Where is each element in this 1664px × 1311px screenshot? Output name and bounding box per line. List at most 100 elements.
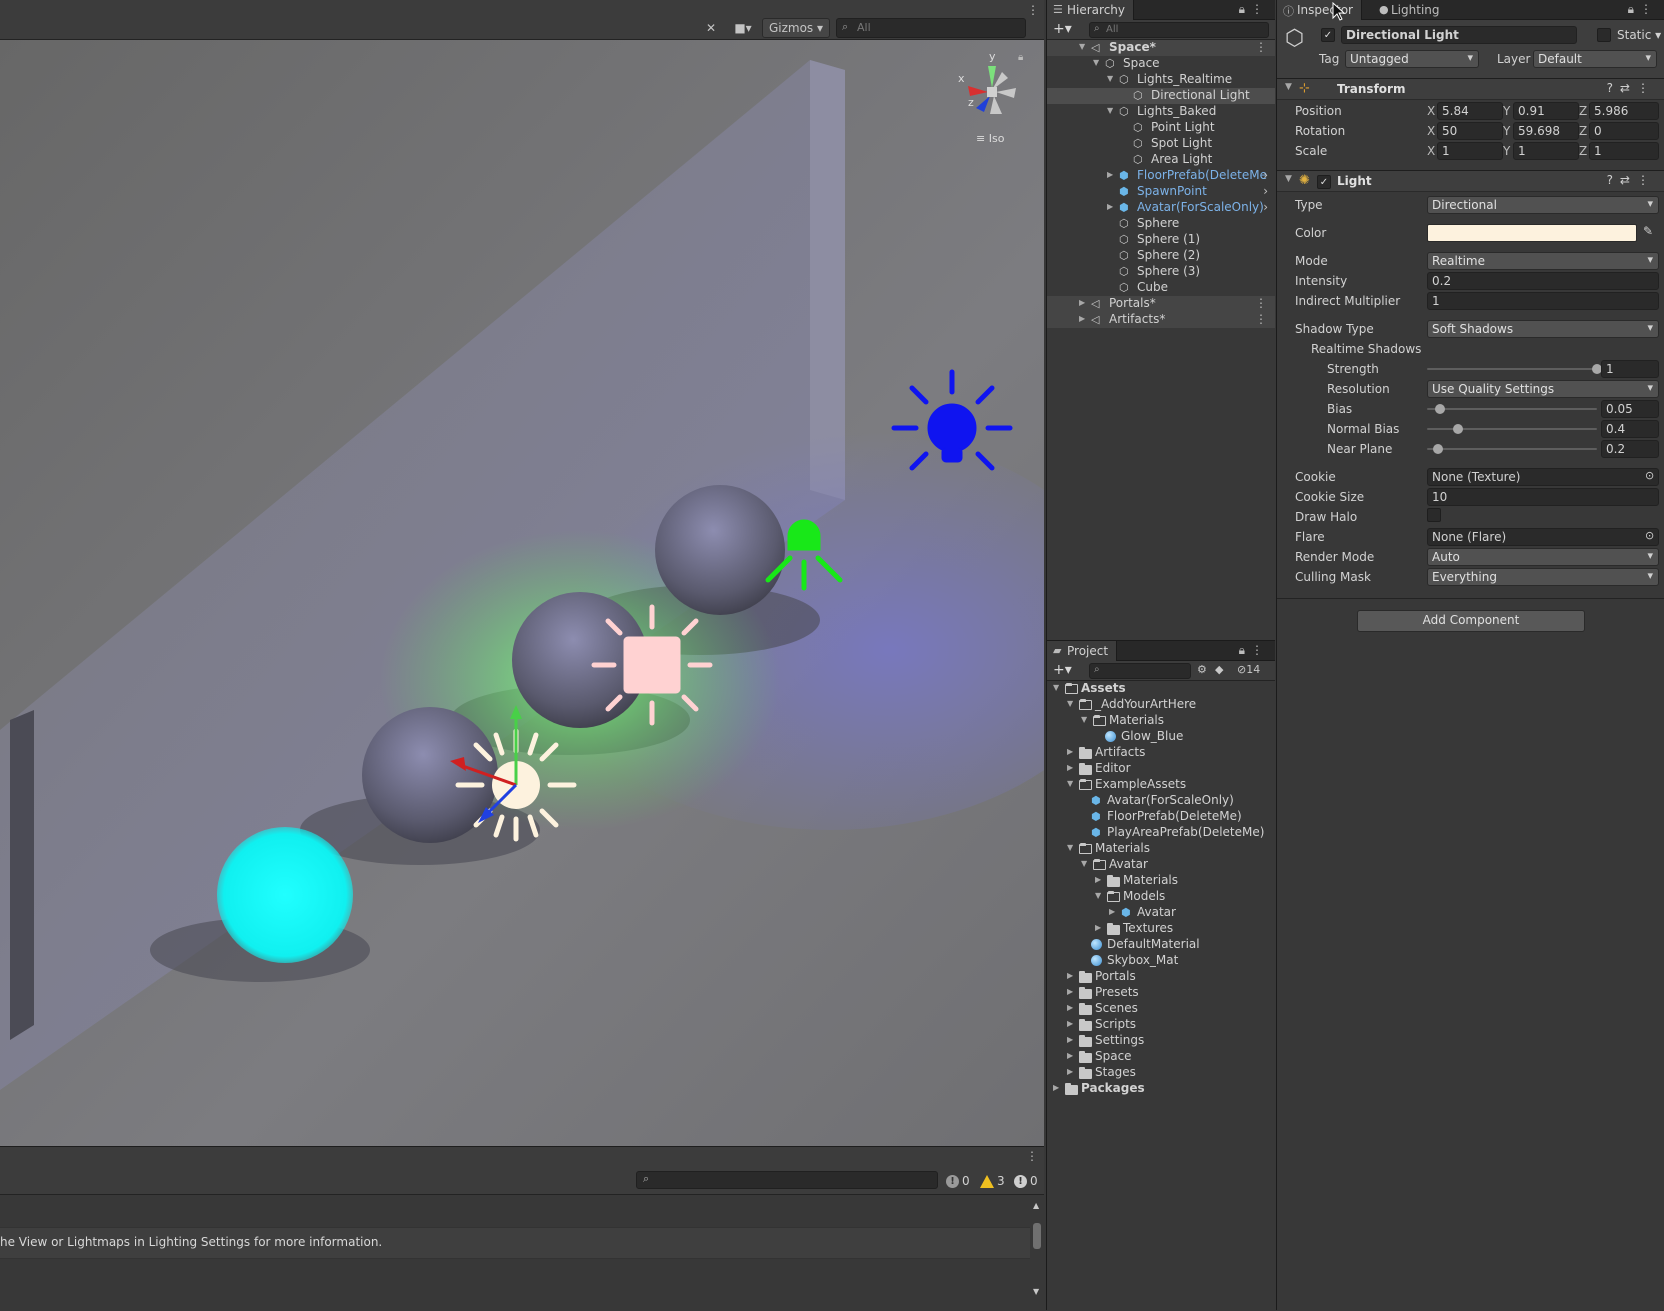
position-y-field[interactable]: 0.91 [1513, 102, 1579, 120]
project-item[interactable]: ▼ Materials [1047, 713, 1275, 729]
project-item[interactable]: ▶ Settings [1047, 1033, 1275, 1049]
project-item[interactable]: ▶ ⬢ Avatar [1047, 905, 1275, 921]
rotation-z-field[interactable]: 0 [1589, 122, 1659, 140]
tab-project[interactable]: ▰ Project [1047, 641, 1118, 661]
project-item[interactable]: ▶ Space [1047, 1049, 1275, 1065]
project-item[interactable]: ⬢ FloorPrefab(DeleteMe) [1047, 809, 1275, 825]
scroll-down-icon[interactable]: ▼ [1033, 1287, 1039, 1296]
normal-bias-field[interactable]: 0.4 [1601, 420, 1659, 438]
tab-lighting[interactable]: ● Lighting [1371, 0, 1448, 20]
hierarchy-item[interactable]: ⬡ Sphere (2) [1047, 248, 1275, 264]
project-item[interactable]: ▶ Presets [1047, 985, 1275, 1001]
light-mode-dropdown[interactable]: Realtime [1427, 252, 1659, 270]
indirect-multiplier-field[interactable]: 1 [1427, 292, 1659, 310]
active-checkbox[interactable]: ✓ [1321, 28, 1335, 42]
hidden-packages-toggle[interactable]: ⊘14 [1237, 663, 1260, 676]
hierarchy-item-scene[interactable]: ▶ ◁ Portals* ⋮ [1047, 296, 1275, 312]
project-search-input[interactable] [1089, 663, 1191, 679]
bias-slider[interactable] [1427, 408, 1597, 410]
light-enabled-checkbox[interactable]: ✓ [1317, 175, 1331, 189]
intensity-field[interactable]: 0.2 [1427, 272, 1659, 290]
normal-bias-slider-knob[interactable] [1453, 424, 1463, 434]
scene-menu-icon[interactable]: ⋮ [1026, 0, 1040, 20]
near-plane-field[interactable]: 0.2 [1601, 440, 1659, 458]
scene-view[interactable]: ✕ ■▾ Gizmos ▾ All ⋮ [0, 0, 1044, 1146]
scale-y-field[interactable]: 1 [1513, 142, 1579, 160]
project-item[interactable]: ▶ Packages [1047, 1081, 1275, 1097]
camera-dropdown[interactable]: ■▾ [728, 18, 758, 38]
info-count-toggle[interactable]: ! 0 [946, 1173, 970, 1189]
project-item[interactable]: ▶ Materials [1047, 873, 1275, 889]
object-picker-icon[interactable]: ⊙ [1645, 469, 1654, 482]
warning-count-toggle[interactable]: 3 [980, 1173, 1005, 1189]
project-item[interactable]: ▶ Textures [1047, 921, 1275, 937]
project-item[interactable]: ▶ Artifacts [1047, 745, 1275, 761]
render-mode-dropdown[interactable]: Auto [1427, 548, 1659, 566]
chevron-right-icon[interactable]: › [1263, 200, 1268, 214]
orientation-gizmo[interactable]: y x z ≡ Iso 🔒︎ [950, 50, 1030, 145]
hierarchy-item[interactable]: ▼ ⬡ Lights_Realtime [1047, 72, 1275, 88]
light-header[interactable]: ▼ ✺ ✓ Light ?⇄⋮ [1277, 170, 1664, 192]
tools-icon[interactable]: ✕ [700, 18, 722, 38]
flare-object-field[interactable]: None (Flare) [1427, 528, 1659, 546]
create-dropdown[interactable]: +▾ [1053, 21, 1072, 37]
static-dropdown[interactable]: Static ▾ [1617, 28, 1661, 42]
filter-by-label-icon[interactable]: ◆ [1215, 663, 1223, 676]
hierarchy-item[interactable]: ⬡ Sphere (3) [1047, 264, 1275, 280]
hierarchy-item[interactable]: ⬡ Sphere (1) [1047, 232, 1275, 248]
project-item[interactable]: ▶ Editor [1047, 761, 1275, 777]
chevron-right-icon[interactable]: › [1263, 168, 1268, 182]
project-item[interactable]: ▼ Avatar [1047, 857, 1275, 873]
object-picker-icon[interactable]: ⊙ [1645, 529, 1654, 542]
project-item[interactable]: ▶ Portals [1047, 969, 1275, 985]
transform-header[interactable]: ▼ ⊹ Transform ?⇄⋮ [1277, 78, 1664, 100]
console-menu-icon[interactable]: ⋮ [1026, 1149, 1038, 1163]
console-scrollbar[interactable]: ▲ ▼ [1030, 1195, 1044, 1311]
position-z-field[interactable]: 5.986 [1589, 102, 1659, 120]
layer-dropdown[interactable]: Default [1533, 50, 1657, 68]
hierarchy-item-scene-root[interactable]: ▼ ◁ Space* ⋮ [1047, 40, 1275, 56]
project-item[interactable]: ⬢ Avatar(ForScaleOnly) [1047, 793, 1275, 809]
shadow-type-dropdown[interactable]: Soft Shadows [1427, 320, 1659, 338]
console-log-entry[interactable]: he View or Lightmaps in Lighting Setting… [0, 1227, 1030, 1259]
hierarchy-search-input[interactable]: All [1089, 22, 1269, 38]
tag-dropdown[interactable]: Untagged [1345, 50, 1479, 68]
draw-halo-checkbox[interactable] [1427, 508, 1441, 522]
error-count-toggle[interactable]: ! 0 [1014, 1173, 1038, 1189]
rotation-x-field[interactable]: 50 [1437, 122, 1503, 140]
scale-x-field[interactable]: 1 [1437, 142, 1503, 160]
projection-toggle[interactable]: ≡ Iso [976, 132, 1004, 145]
bias-slider-knob[interactable] [1435, 404, 1445, 414]
project-item[interactable]: ▶ Stages [1047, 1065, 1275, 1081]
project-item[interactable]: Glow_Blue [1047, 729, 1275, 745]
hierarchy-item-prefab[interactable]: ▶ ⬢ Avatar(ForScaleOnly) › [1047, 200, 1275, 216]
hierarchy-item[interactable]: ⬡ Sphere [1047, 216, 1275, 232]
project-item[interactable]: Skybox_Mat [1047, 953, 1275, 969]
near-plane-slider[interactable] [1427, 448, 1597, 450]
scene-menu-icon[interactable]: ⋮ [1255, 296, 1267, 310]
light-type-dropdown[interactable]: Directional [1427, 196, 1659, 214]
project-item[interactable]: ▼ _AddYourArtHere [1047, 697, 1275, 713]
project-item[interactable]: ▼ Models [1047, 889, 1275, 905]
create-dropdown[interactable]: +▾ [1053, 662, 1072, 678]
hierarchy-item[interactable]: ▼ ⬡ Lights_Baked [1047, 104, 1275, 120]
static-checkbox[interactable] [1597, 28, 1611, 42]
project-item[interactable]: ▼ ExampleAssets [1047, 777, 1275, 793]
hierarchy-item[interactable]: ▼ ⬡ Space [1047, 56, 1275, 72]
foldout-arrow-icon[interactable]: ▼ [1285, 174, 1292, 184]
hierarchy-item-scene[interactable]: ▶ ◁ Artifacts* ⋮ [1047, 312, 1275, 328]
hierarchy-item[interactable]: ⬡ Point Light [1047, 120, 1275, 136]
add-component-button[interactable]: Add Component [1357, 610, 1585, 632]
rotation-y-field[interactable]: 59.698 [1513, 122, 1579, 140]
shadow-resolution-dropdown[interactable]: Use Quality Settings [1427, 380, 1659, 398]
foldout-arrow-icon[interactable]: ▼ [1285, 82, 1292, 92]
scroll-up-icon[interactable]: ▲ [1033, 1201, 1039, 1210]
position-x-field[interactable]: 5.84 [1437, 102, 1503, 120]
project-item[interactable]: DefaultMaterial [1047, 937, 1275, 953]
scale-z-field[interactable]: 1 [1589, 142, 1659, 160]
strength-slider[interactable] [1427, 368, 1597, 370]
project-item[interactable]: ▶ Scenes [1047, 1001, 1275, 1017]
scene-menu-icon[interactable]: ⋮ [1255, 40, 1267, 54]
scene-viewport[interactable]: y x z ≡ Iso 🔒︎ [0, 40, 1044, 1146]
project-item[interactable]: ▼ Assets [1047, 681, 1275, 697]
